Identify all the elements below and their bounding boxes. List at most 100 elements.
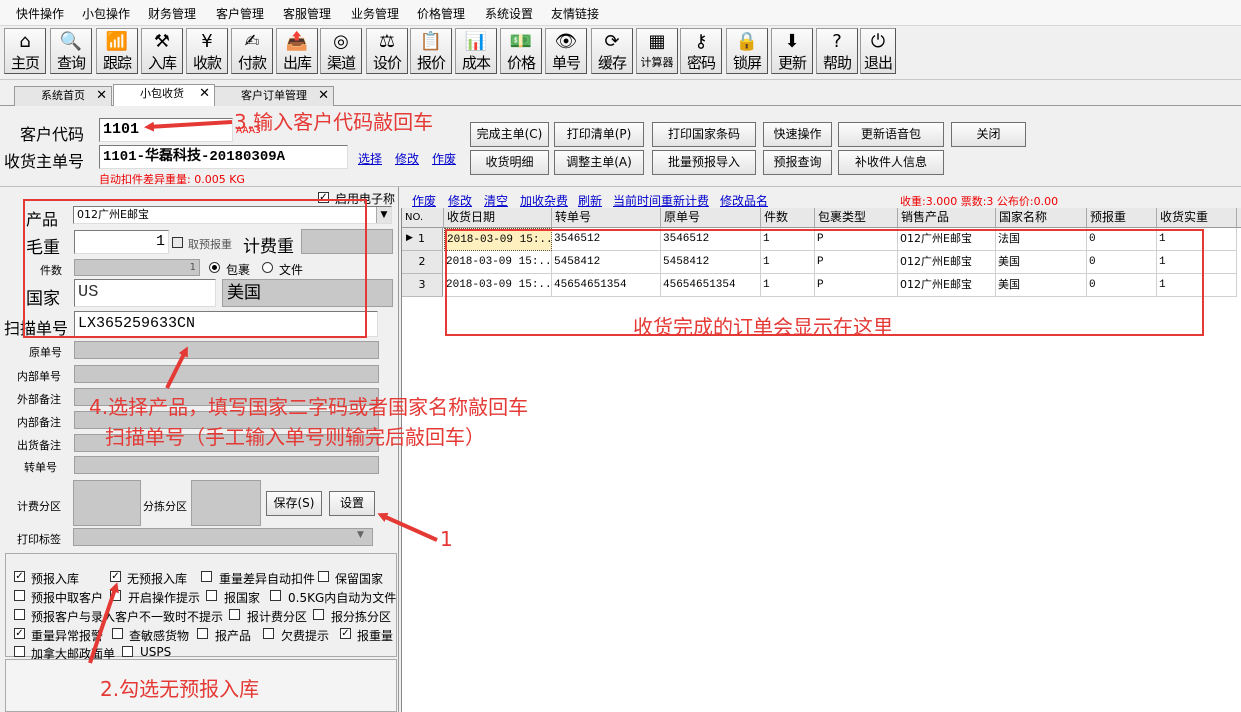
column-header[interactable]: 转单号 bbox=[552, 208, 661, 228]
toolbar-button[interactable]: ⚷ 密码 bbox=[680, 28, 722, 74]
toolbar-button[interactable]: 💵 价格 bbox=[500, 28, 542, 74]
toolbar-button[interactable]: 📤 出库 bbox=[276, 28, 318, 74]
menu-item[interactable]: 友情链接 bbox=[551, 5, 599, 22]
option-checkbox[interactable] bbox=[201, 571, 212, 582]
update-voice-button[interactable]: 更新语音包 bbox=[838, 122, 944, 147]
option-checkbox[interactable] bbox=[14, 646, 25, 657]
toolbar-button[interactable]: ⟳ 缓存 bbox=[591, 28, 633, 74]
toolbar-button[interactable]: 🔒 锁屏 bbox=[726, 28, 768, 74]
close-icon[interactable]: ✕ bbox=[199, 85, 210, 103]
menu-item[interactable]: 客户管理 bbox=[216, 5, 264, 22]
option-checkbox[interactable] bbox=[263, 628, 274, 639]
option-checkbox[interactable]: ✓ bbox=[110, 571, 121, 582]
toolbar-button-label: 查询 bbox=[56, 54, 86, 72]
toolbar-button[interactable]: ✍ 付款 bbox=[231, 28, 273, 74]
tab-home[interactable]: 系统首页 ✕ bbox=[14, 86, 112, 106]
add-fee-link[interactable]: 加收杂费 bbox=[520, 192, 568, 209]
recalc-link[interactable]: 当前时间重新计费 bbox=[613, 192, 709, 209]
option-checkbox[interactable] bbox=[110, 590, 121, 601]
close-button[interactable]: 关闭 bbox=[951, 122, 1026, 147]
toolbar-button[interactable]: ¥ 收款 bbox=[186, 28, 228, 74]
column-header[interactable]: 预报重 bbox=[1087, 208, 1157, 228]
menu-item[interactable]: 小包操作 bbox=[82, 5, 130, 22]
recipient-info-button[interactable]: 补收件人信息 bbox=[838, 150, 944, 175]
toolbar-button[interactable]: ? 帮助 bbox=[816, 28, 858, 74]
column-header[interactable]: 包裹类型 bbox=[815, 208, 898, 228]
option-checkbox[interactable] bbox=[122, 646, 133, 657]
toolbar-button-label: 更新 bbox=[777, 54, 807, 72]
close-icon[interactable]: ✕ bbox=[96, 87, 107, 105]
menu-item[interactable]: 财务管理 bbox=[148, 5, 196, 22]
void-link[interactable]: 作废 bbox=[412, 192, 436, 209]
original-no-field bbox=[74, 341, 379, 359]
option-checkbox[interactable] bbox=[14, 609, 25, 620]
column-header[interactable]: 销售产品 bbox=[898, 208, 996, 228]
tab-customer-orders[interactable]: 客户订单管理 ✕ bbox=[214, 86, 334, 106]
option-checkbox[interactable]: ✓ bbox=[340, 628, 351, 639]
menu-item[interactable]: 系统设置 bbox=[485, 5, 533, 22]
column-header[interactable]: 收货实重 bbox=[1157, 208, 1237, 228]
option-checkbox[interactable] bbox=[229, 609, 240, 620]
toolbar-button[interactable]: ⚒ 入库 bbox=[141, 28, 183, 74]
toolbar-button[interactable]: 🔍 查询 bbox=[50, 28, 92, 74]
select-link[interactable]: 选择 bbox=[358, 150, 382, 167]
print-label-select[interactable] bbox=[73, 528, 373, 546]
toolbar-button[interactable]: ⌂ 主页 bbox=[4, 28, 46, 74]
save-button[interactable]: 保存(S) bbox=[266, 491, 322, 516]
menu-item[interactable]: 快件操作 bbox=[16, 5, 64, 22]
option-checkbox[interactable]: ✓ bbox=[14, 628, 25, 639]
option-checkbox[interactable] bbox=[270, 590, 281, 601]
column-header[interactable]: NO. bbox=[402, 208, 444, 228]
quick-action-button[interactable]: 快速操作 bbox=[763, 122, 832, 147]
option-checkbox[interactable]: ✓ bbox=[14, 571, 25, 582]
option-checkbox[interactable] bbox=[112, 628, 123, 639]
row-number[interactable]: 3 bbox=[402, 274, 443, 297]
option-checkbox[interactable] bbox=[313, 609, 324, 620]
column-header[interactable]: 收货日期 bbox=[444, 208, 552, 228]
receiving-detail-button[interactable]: 收货明细 bbox=[470, 150, 549, 175]
master-no-input[interactable]: 1101-华磊科技-20180309A bbox=[99, 145, 348, 169]
scale-icon: ⚖ bbox=[378, 31, 396, 52]
toolbar-button[interactable]: ⚖ 设价 bbox=[366, 28, 408, 74]
toolbar-button[interactable]: 📶 跟踪 bbox=[96, 28, 138, 74]
row-number[interactable]: 2 bbox=[402, 251, 443, 274]
sort-zone-field bbox=[191, 480, 261, 526]
refresh-link[interactable]: 刷新 bbox=[578, 192, 602, 209]
edit-link[interactable]: 修改 bbox=[395, 150, 419, 167]
settings-button[interactable]: 设置 bbox=[329, 491, 375, 516]
rename-goods-link[interactable]: 修改品名 bbox=[720, 192, 768, 209]
toolbar-button[interactable]: 📋 报价 bbox=[410, 28, 452, 74]
menu-item[interactable]: 客服管理 bbox=[283, 5, 331, 22]
forecast-query-button[interactable]: 预报查询 bbox=[763, 150, 832, 175]
option-checkbox[interactable] bbox=[197, 628, 208, 639]
toolbar-button[interactable]: ▦ 计算器 bbox=[636, 28, 678, 74]
customer-code-input[interactable]: 1101 bbox=[99, 118, 233, 142]
option-checkbox[interactable] bbox=[318, 571, 329, 582]
column-header[interactable]: 原单号 bbox=[661, 208, 761, 228]
batch-forecast-import-button[interactable]: 批量预报导入 bbox=[652, 150, 756, 175]
complete-master-button[interactable]: 完成主单(C) bbox=[470, 122, 549, 147]
chevron-down-icon[interactable]: ▼ bbox=[357, 530, 364, 540]
clear-link[interactable]: 清空 bbox=[484, 192, 508, 209]
option-label: 报分拣分区 bbox=[331, 610, 392, 624]
toolbar-button[interactable]: ⬇ 更新 bbox=[771, 28, 813, 74]
column-header[interactable]: 国家名称 bbox=[996, 208, 1087, 228]
menu-item[interactable]: 价格管理 bbox=[417, 5, 465, 22]
adjust-master-button[interactable]: 调整主单(A) bbox=[554, 150, 644, 175]
option-checkbox[interactable] bbox=[206, 590, 217, 601]
print-country-barcode-button[interactable]: 打印国家条码 bbox=[652, 122, 756, 147]
option-checkbox[interactable] bbox=[14, 590, 25, 601]
toolbar-button[interactable]: ◎ 渠道 bbox=[320, 28, 362, 74]
tab-parcel-receiving[interactable]: 小包收货 ✕ bbox=[113, 84, 215, 106]
price-icon: 💵 bbox=[509, 31, 533, 52]
menu-item[interactable]: 业务管理 bbox=[351, 5, 399, 22]
chevron-down-icon[interactable]: ▼ bbox=[376, 207, 391, 223]
void-link[interactable]: 作废 bbox=[432, 150, 456, 167]
toolbar-button[interactable]: 👁 单号 bbox=[545, 28, 587, 74]
print-list-button[interactable]: 打印清单(P) bbox=[554, 122, 644, 147]
toolbar-button[interactable]: ⏻ 退出 bbox=[860, 28, 896, 74]
close-icon[interactable]: ✕ bbox=[318, 87, 329, 105]
column-header[interactable]: 件数 bbox=[761, 208, 815, 228]
toolbar-button[interactable]: 📊 成本 bbox=[455, 28, 497, 74]
edit-link[interactable]: 修改 bbox=[448, 192, 472, 209]
